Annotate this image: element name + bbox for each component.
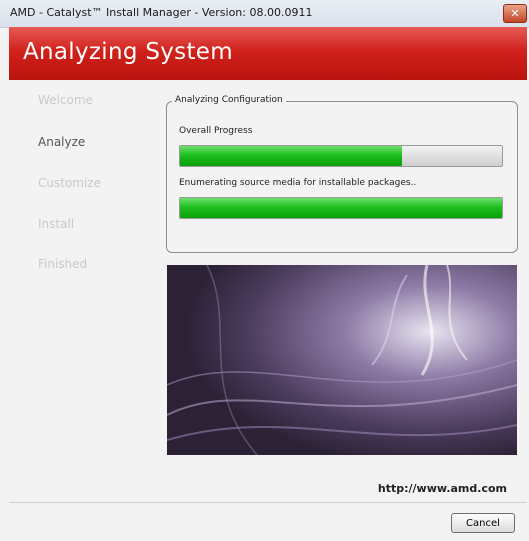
overall-progress-bar	[179, 145, 503, 167]
sidebar-step-finished: Finished	[38, 257, 88, 271]
title-bar: AMD - Catalyst™ Install Manager - Versio…	[0, 0, 529, 28]
analyzing-configuration-group: Analyzing Configuration Overall Progress…	[166, 95, 518, 253]
overall-progress-label: Overall Progress	[179, 126, 253, 136]
group-legend: Analyzing Configuration	[172, 95, 286, 105]
window-title: AMD - Catalyst™ Install Manager - Versio…	[10, 6, 313, 19]
artwork-image	[167, 265, 517, 455]
overall-progress-fill	[180, 146, 403, 166]
page-heading: Analyzing System	[23, 39, 233, 65]
close-icon[interactable]: ✕	[503, 4, 527, 23]
status-text: Enumerating source media for installable…	[179, 178, 417, 188]
header-banner: Analyzing System	[9, 27, 527, 80]
amd-website-link[interactable]: http://www.amd.com	[378, 482, 507, 495]
cancel-button[interactable]: Cancel	[451, 513, 515, 533]
task-progress-bar	[179, 197, 503, 219]
sidebar-step-welcome: Welcome	[38, 93, 93, 107]
sidebar-step-customize: Customize	[38, 176, 101, 190]
task-progress-fill	[180, 198, 502, 218]
sidebar-step-install: Install	[38, 217, 75, 231]
sidebar-step-analyze: Analyze	[38, 135, 86, 149]
decorative-artwork	[167, 265, 517, 455]
footer-separator	[9, 502, 527, 503]
